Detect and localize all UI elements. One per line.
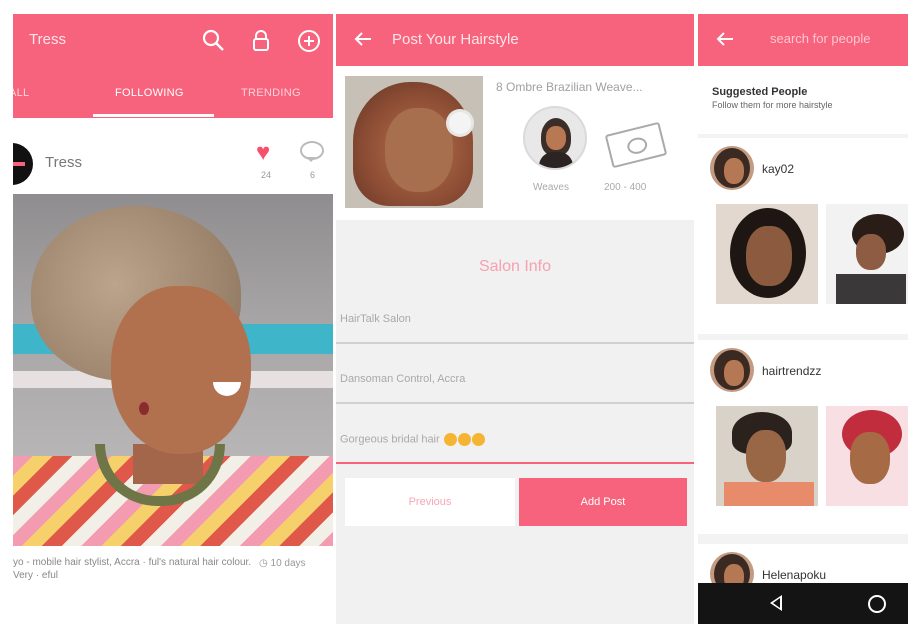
feed-screen: Tress ALL FOLLOWING TRENDING Tress ♥ 24 … [13,14,333,624]
post-header-title: Post Your Hairstyle [392,31,519,48]
location-value: Dansoman Control, Accra [340,373,466,385]
user-photo[interactable] [716,204,818,304]
user-name[interactable]: hairtrendzz [762,364,821,378]
user-card: hairtrendzz [698,340,908,534]
likes-count: 24 [261,170,272,180]
photo-face [111,286,251,454]
location-field[interactable]: Dansoman Control, Accra [336,356,694,404]
emoji-icon [471,433,485,446]
screenshot-stage: Tress ALL FOLLOWING TRENDING Tress ♥ 24 … [0,0,916,624]
nav-home-icon[interactable] [868,595,886,613]
post-app-bar: Post Your Hairstyle [336,14,694,66]
post-time: ◷ 10 days [259,558,306,569]
suggested-title: Suggested People [712,86,808,98]
add-post-button[interactable]: Add Post [519,478,687,526]
user-photo[interactable] [826,406,908,506]
suggested-header: Suggested People Follow them for more ha… [698,66,908,134]
clock-icon: ◷ [259,558,268,569]
salon-info-heading: Salon Info [478,258,552,275]
style-photo-face [385,108,453,192]
heart-icon[interactable]: ♥ [256,139,270,167]
back-arrow-icon[interactable] [716,31,734,52]
user-photo[interactable] [716,406,818,506]
back-arrow-icon[interactable] [354,31,372,52]
post-hairstyle-screen: Post Your Hairstyle 8 Ombre Brazilian We… [336,14,694,624]
tab-all[interactable]: ALL [13,87,29,99]
category-avatar-body [539,152,573,168]
post-username[interactable]: Tress [45,154,82,171]
previous-button[interactable]: Previous [345,478,515,526]
post-header: Tress ♥ 24 6 [13,118,333,200]
category-avatar-face [546,126,566,150]
style-photo[interactable] [345,76,483,208]
search-icon[interactable] [201,28,225,57]
android-nav-bar [698,583,908,624]
weaves-category-icon[interactable] [523,106,587,170]
tab-indicator [93,114,214,117]
money-icon[interactable] [604,121,668,169]
user-photo[interactable] [826,204,908,304]
avatar[interactable] [13,143,33,185]
description-field[interactable]: Gorgeous bridal hair [336,416,694,464]
feed-tabs: ALL FOLLOWING TRENDING [13,66,333,118]
comment-icon[interactable] [300,141,324,162]
comments-count: 6 [310,170,316,180]
suggested-subtitle: Follow them for more hairstyle [712,100,833,110]
emoji-icon [457,433,471,446]
style-title: 8 Ombre Brazilian Weave... [496,80,643,94]
lock-icon[interactable] [251,29,271,58]
avatar[interactable] [710,348,754,392]
tab-following[interactable]: FOLLOWING [115,87,184,99]
salon-name-value: HairTalk Salon [340,313,411,325]
post-time-label: 10 days [270,558,306,569]
post-caption: yo - mobile hair stylist, Accra · ful's … [13,557,252,581]
category-label: Weaves [533,182,569,193]
post-photo[interactable] [13,194,333,546]
people-search-input[interactable]: search for people [770,31,870,46]
tab-trending[interactable]: TRENDING [241,87,301,99]
people-app-bar: search for people [698,14,908,66]
style-preview: 8 Ombre Brazilian Weave... Weaves 200 - … [336,66,694,220]
suggested-people-screen: search for people Suggested People Follo… [698,14,908,624]
style-photo-flower [449,112,471,134]
price-range-label: 200 - 400 [604,182,647,193]
feed-app-bar: Tress [13,14,333,66]
app-title: Tress [29,31,66,48]
user-card: kay02 [698,138,908,334]
user-name[interactable]: kay02 [762,162,794,176]
nav-back-icon[interactable] [770,595,782,611]
description-value: Gorgeous bridal hair [340,433,440,446]
avatar[interactable] [710,146,754,190]
photo-earring [139,402,149,415]
emoji-icon [443,433,457,446]
salon-name-field[interactable]: HairTalk Salon [336,296,694,344]
user-name[interactable]: Helenapoku [762,568,826,582]
add-circle-icon[interactable] [297,29,321,58]
